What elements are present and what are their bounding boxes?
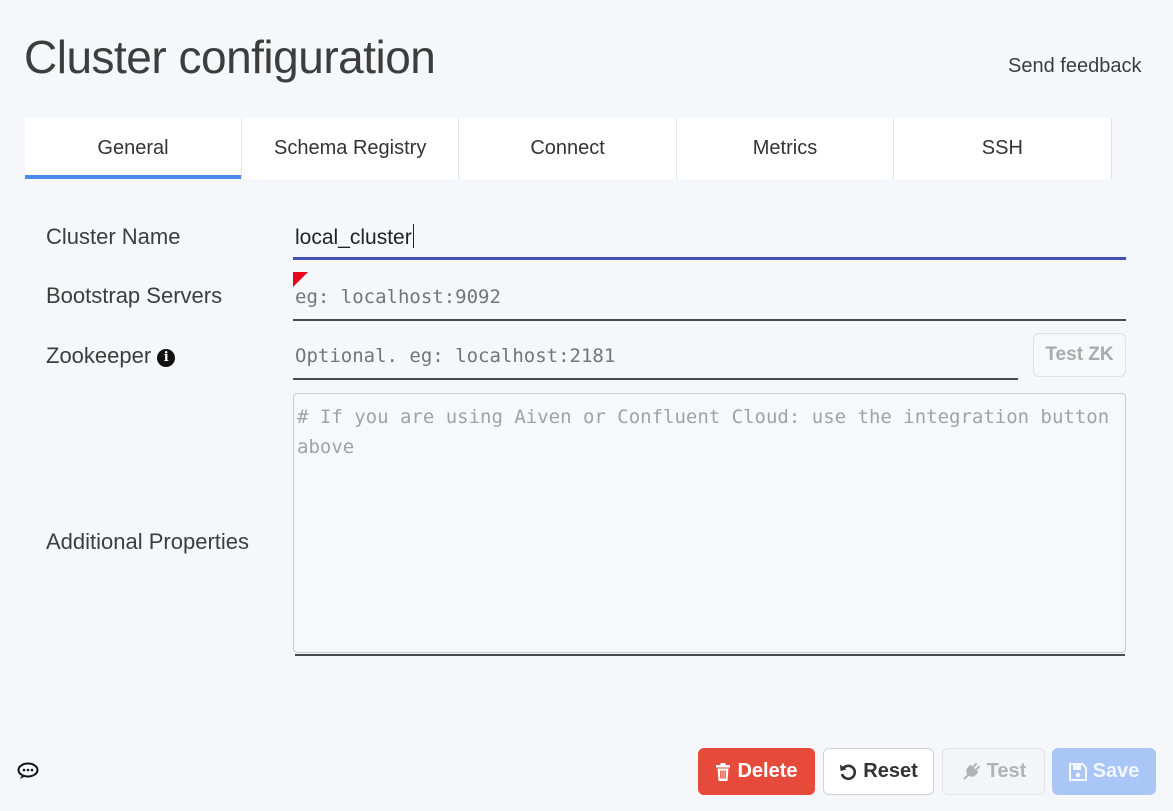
tab-schema-registry[interactable]: Schema Registry (242, 118, 460, 179)
additional-properties-underline (295, 654, 1125, 656)
cluster-name-input[interactable]: local_cluster (293, 218, 1126, 258)
tab-bar: General Schema Registry Connect Metrics … (25, 118, 1112, 179)
undo-icon (840, 763, 857, 780)
send-feedback-link[interactable]: Send feedback (1008, 55, 1141, 78)
reset-button[interactable]: Reset (823, 748, 934, 795)
bootstrap-servers-underline (293, 319, 1126, 321)
tab-metrics[interactable]: Metrics (677, 118, 895, 179)
save-button[interactable]: Save (1052, 748, 1156, 795)
cluster-name-label: Cluster Name (46, 224, 181, 249)
zookeeper-label-text: Zookeeper (46, 343, 152, 368)
plug-icon (962, 762, 980, 780)
bootstrap-servers-input[interactable] (293, 277, 1126, 317)
floppy-disk-icon (1068, 762, 1087, 781)
trash-icon (716, 762, 731, 781)
zookeeper-label: Zookeeper i (46, 343, 176, 369)
zookeeper-underline (293, 378, 1018, 380)
info-icon[interactable]: i (157, 348, 176, 367)
reset-label: Reset (863, 760, 918, 782)
chat-icon[interactable] (17, 762, 39, 780)
test-label: Test (986, 760, 1027, 782)
zookeeper-input[interactable] (293, 336, 1018, 376)
page-title: Cluster configuration (24, 31, 436, 83)
test-zk-button[interactable]: Test ZK (1033, 333, 1126, 377)
bootstrap-servers-label: Bootstrap Servers (46, 283, 223, 308)
cluster-name-value: local_cluster (295, 226, 412, 249)
tab-connect[interactable]: Connect (459, 118, 677, 179)
text-caret (412, 224, 415, 248)
tab-general[interactable]: General (25, 118, 242, 179)
test-button[interactable]: Test (942, 748, 1045, 795)
tab-ssh[interactable]: SSH (894, 118, 1112, 179)
delete-label: Delete (737, 760, 798, 782)
additional-properties-textarea[interactable]: # If you are using Aiven or Confluent Cl… (293, 393, 1126, 653)
delete-button[interactable]: Delete (698, 748, 815, 795)
save-label: Save (1092, 760, 1140, 782)
cluster-name-underline (293, 257, 1126, 260)
additional-properties-label: Additional Properties (46, 529, 250, 554)
